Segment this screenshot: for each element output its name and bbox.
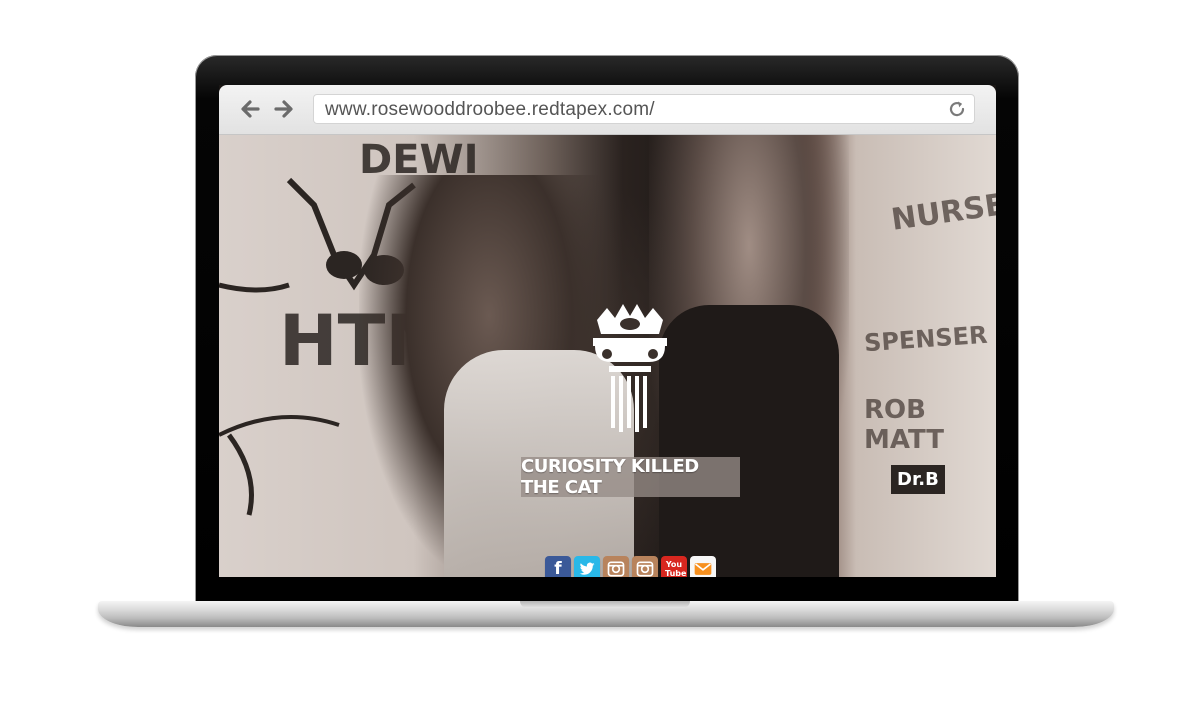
graffiti-text: NURSE bbox=[889, 187, 996, 238]
arrow-left-icon bbox=[241, 100, 260, 118]
instagram-button[interactable] bbox=[603, 556, 629, 577]
youtube-button[interactable]: You Tube bbox=[661, 556, 687, 577]
reload-button[interactable] bbox=[945, 97, 969, 121]
laptop-screen: www.rosewooddroobee.redtapex.com/ DEWI H… bbox=[219, 85, 996, 577]
page-title: CURIOSITY KILLED THE CAT bbox=[521, 456, 699, 498]
youtube-icon: You Tube bbox=[665, 560, 687, 577]
twitter-icon bbox=[579, 562, 595, 575]
email-button[interactable] bbox=[690, 556, 716, 577]
reload-icon bbox=[949, 101, 965, 117]
email-icon bbox=[694, 563, 712, 575]
tank-top-right bbox=[659, 305, 839, 577]
social-links: f You Tube bbox=[545, 556, 716, 577]
tagline-banner: CURIOSITY KILLED THE CAT bbox=[521, 456, 740, 498]
instagram-button[interactable] bbox=[632, 556, 658, 577]
instagram-icon bbox=[636, 561, 654, 577]
twitter-button[interactable] bbox=[574, 556, 600, 577]
back-button[interactable] bbox=[237, 96, 263, 122]
facebook-button[interactable]: f bbox=[545, 556, 571, 577]
hero-photo: DEWI HTN NURSE SPENSER ROB MATT Dr.B bbox=[219, 135, 996, 577]
graffiti-text: ROB MATT bbox=[864, 395, 945, 455]
graffiti-text: SPENSER bbox=[863, 320, 989, 358]
facebook-icon: f bbox=[554, 559, 562, 577]
arrow-right-icon bbox=[274, 100, 293, 118]
instagram-icon bbox=[607, 561, 625, 577]
graffiti-text: Dr.B bbox=[891, 465, 945, 494]
url-text: www.rosewooddroobee.redtapex.com/ bbox=[325, 99, 655, 120]
crown-column-logo bbox=[593, 304, 667, 432]
forward-button[interactable] bbox=[271, 96, 297, 122]
browser-toolbar: www.rosewooddroobee.redtapex.com/ bbox=[219, 85, 996, 135]
address-bar[interactable]: www.rosewooddroobee.redtapex.com/ bbox=[313, 94, 975, 124]
laptop-notch bbox=[520, 601, 690, 608]
